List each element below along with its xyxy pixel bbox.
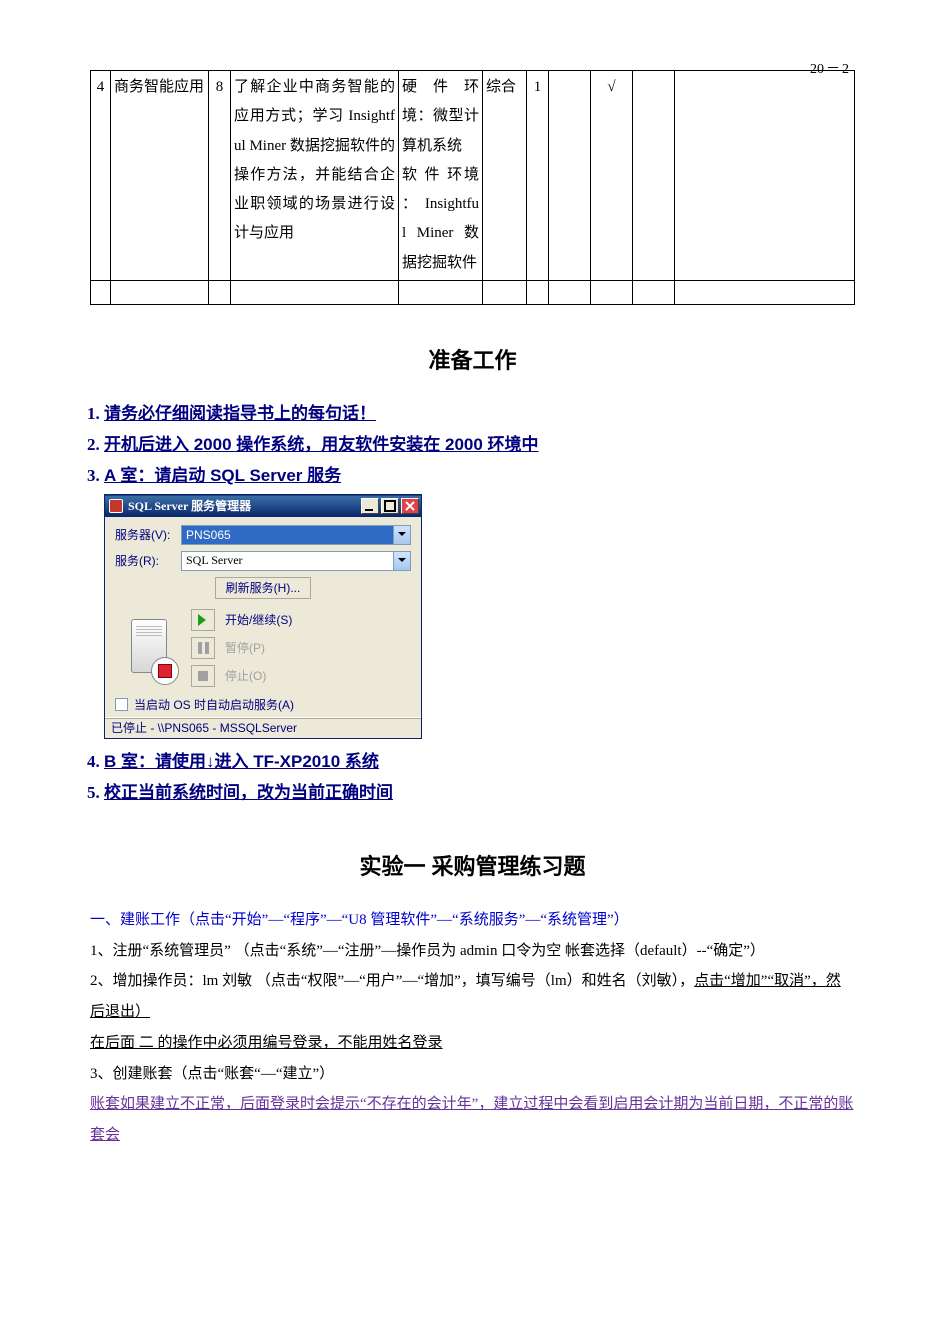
step-4: 账套如果建立不正常，后面登录时会提示“不存在的会计年”，建立过程中会看到启用会计… — [90, 1089, 855, 1151]
play-icon — [198, 614, 212, 626]
prep-item-4-text: B 室：请使用↓进入 TF-XP2010 系统 — [104, 752, 379, 771]
col-i — [591, 280, 633, 304]
control-row: 开始/继续(S) 暂停(P) 停止(O) — [115, 609, 411, 687]
col-f: 综合 — [483, 71, 527, 281]
prep-item-5-text: 校正当前系统时间，改为当前正确时间 — [104, 783, 393, 802]
minimize-button[interactable] — [361, 498, 379, 514]
prep-item-1: 请务必仔细阅读指导书上的每句话！ — [104, 399, 855, 424]
stop-label: 停止(O) — [225, 668, 266, 684]
dialog-titlebar[interactable]: SQL Server 服务管理器 — [105, 495, 421, 517]
outline-table: 4 商务智能应用 8 了解企业中商务智能的应用方式；学习 Insightful … — [90, 70, 855, 305]
step-3: 3、创建账套（点击“账套“—“建立”） — [90, 1059, 855, 1090]
sqlserver-dialog: SQL Server 服务管理器 — [104, 494, 422, 739]
refresh-row: 刷新服务(H)... — [115, 577, 411, 599]
experiment-body: 一、建账工作（点击“开始”—“程序”—“U8 管理软件”—“系统服务”—“系统管… — [90, 905, 855, 1151]
start-label: 开始/继续(S) — [225, 612, 292, 628]
col-k — [675, 280, 855, 304]
prep-item-4: B 室：请使用↓进入 TF-XP2010 系统 — [104, 747, 855, 772]
app-icon — [109, 499, 123, 513]
step-2b: 2、增加操作员：lm 刘敏 （点击“权限”—“用户”—“增加”，填写编号（lm）… — [90, 966, 855, 1028]
col-b: 商务智能应用 — [111, 71, 209, 281]
maximize-button[interactable] — [381, 498, 399, 514]
refresh-button[interactable]: 刷新服务(H)... — [215, 577, 312, 599]
col-j — [633, 71, 675, 281]
prep-item-2: 开机后进入 2000 操作系统，用友软件安装在 2000 环境中 — [104, 430, 855, 455]
page-number: 20－2 — [810, 58, 849, 78]
stop-button — [191, 665, 215, 687]
server-value: PNS065 — [182, 526, 393, 544]
prep-item-3: A 室：请启动 SQL Server 服务 SQL Server 服务管理器 — [104, 461, 855, 739]
prep-item-1-text: 请务必仔细阅读指导书上的每句话！ — [104, 404, 376, 423]
autostart-label: 当启动 OS 时自动启动服务(A) — [134, 697, 294, 713]
prep-list: 请务必仔细阅读指导书上的每句话！ 开机后进入 2000 操作系统，用友软件安装在… — [90, 399, 855, 803]
action-buttons: 开始/继续(S) 暂停(P) 停止(O) — [191, 609, 292, 687]
server-tower-icon — [125, 617, 177, 683]
page: 20－2 4 商务智能应用 8 了解企业中商务智能的应用方式；学习 Insigh… — [0, 0, 945, 1337]
table-row-empty — [91, 280, 855, 304]
window-controls — [361, 498, 419, 514]
service-value[interactable] — [182, 552, 393, 570]
col-a: 4 — [91, 71, 111, 281]
col-k — [675, 71, 855, 281]
col-e — [399, 280, 483, 304]
section-title-exp: 实验一 采购管理练习题 — [90, 849, 855, 881]
page-number-a: 20 — [810, 62, 824, 77]
prep-item-5: 校正当前系统时间，改为当前正确时间 — [104, 778, 855, 803]
service-combo[interactable] — [181, 551, 411, 571]
pause-button — [191, 637, 215, 659]
server-label: 服务器(V): — [115, 527, 181, 543]
section-title-prep: 准备工作 — [90, 343, 855, 375]
col-d — [231, 280, 399, 304]
autostart-checkbox[interactable] — [115, 698, 128, 711]
col-a — [91, 280, 111, 304]
close-button[interactable] — [401, 498, 419, 514]
step-2a: 1、注册“系统管理员” （点击“系统”—“注册”—操作员为 admin 口令为空… — [90, 936, 855, 967]
stop-icon — [198, 671, 208, 681]
autostart-row: 当启动 OS 时自动启动服务(A) — [115, 697, 411, 713]
step-2c: 在后面 二 的操作中必须用编号登录，不能用姓名登录 — [90, 1028, 855, 1059]
server-row: 服务器(V): PNS065 — [115, 525, 411, 545]
col-e: 硬 件 环境：微型计算机系统 软 件 环境 ： Insightful Miner… — [399, 71, 483, 281]
col-h — [549, 280, 591, 304]
prep-item-2-text: 开机后进入 2000 操作系统，用友软件安装在 2000 环境中 — [104, 435, 539, 454]
prep-item-3-text: A 室：请启动 SQL Server 服务 — [104, 466, 341, 485]
stopped-badge-icon — [151, 657, 179, 685]
server-combo[interactable]: PNS065 — [181, 525, 411, 545]
col-h — [549, 71, 591, 281]
chevron-down-icon[interactable] — [393, 526, 410, 544]
dialog-statusbar: 已停止 - \\PNS065 - MSSQLServer — [105, 717, 421, 738]
col-g — [527, 280, 549, 304]
service-row: 服务(R): — [115, 551, 411, 571]
dialog-body: 服务器(V): PNS065 服务(R): — [105, 517, 421, 717]
col-i: √ — [591, 71, 633, 281]
start-button[interactable] — [191, 609, 215, 631]
col-j — [633, 280, 675, 304]
col-c: 8 — [209, 71, 231, 281]
dialog-title: SQL Server 服务管理器 — [128, 498, 251, 514]
page-number-dash: － — [826, 62, 840, 77]
service-label: 服务(R): — [115, 553, 181, 569]
col-g: 1 — [527, 71, 549, 281]
col-f — [483, 280, 527, 304]
pause-label: 暂停(P) — [225, 640, 265, 656]
col-b — [111, 280, 209, 304]
pause-icon — [198, 642, 209, 654]
step-2b-pre: 2、增加操作员：lm 刘敏 （点击“权限”—“用户”—“增加”，填写编号（lm）… — [90, 973, 694, 989]
chevron-down-icon[interactable] — [393, 552, 410, 570]
page-number-b: 2 — [842, 62, 849, 77]
step-1: 一、建账工作（点击“开始”—“程序”—“U8 管理软件”—“系统服务”—“系统管… — [90, 905, 855, 936]
col-c — [209, 280, 231, 304]
table-row: 4 商务智能应用 8 了解企业中商务智能的应用方式；学习 Insightful … — [91, 71, 855, 281]
refresh-label: 刷新服务(H)... — [226, 580, 301, 596]
col-d: 了解企业中商务智能的应用方式；学习 Insightful Miner 数据挖掘软… — [231, 71, 399, 281]
